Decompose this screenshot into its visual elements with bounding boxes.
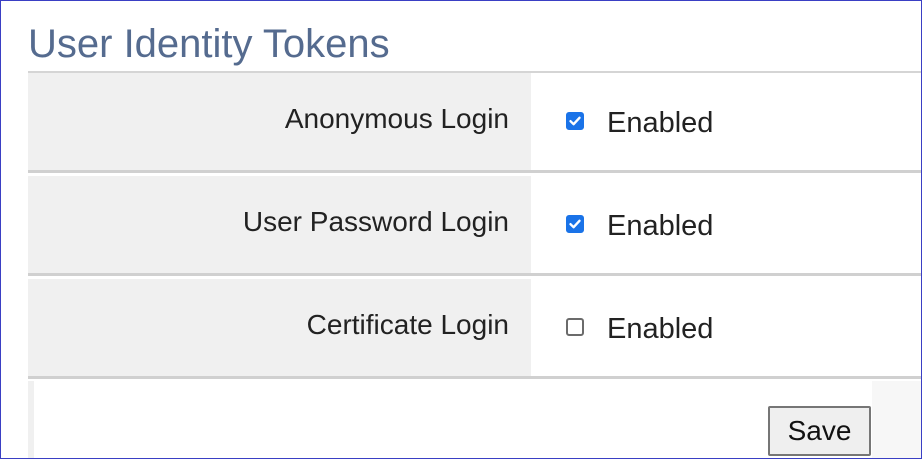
anonymous-login-label: Anonymous Login [284,103,509,134]
checkmark-icon [569,219,581,229]
user-identity-tokens-panel: User Identity Tokens Anonymous Login Ena… [0,0,922,459]
label-cell: Anonymous Login [28,73,531,173]
certificate-login-enabled-label[interactable]: Enabled [607,313,713,346]
value-cell: Enabled [534,279,921,379]
save-button[interactable]: Save [768,406,871,456]
anonymous-login-enabled-checkbox[interactable] [566,112,584,130]
label-cell: Certificate Login [28,279,531,379]
row-anonymous-login: Anonymous Login Enabled [28,73,921,173]
row-divider [28,170,921,173]
user-password-login-label: User Password Login [242,206,509,237]
section-title: User Identity Tokens [28,22,390,66]
row-divider [28,273,921,276]
footer-band [28,381,34,458]
row-certificate-login: Certificate Login Enabled [28,279,921,379]
user-password-login-enabled-label[interactable]: Enabled [607,210,713,243]
row-user-password-login: User Password Login Enabled [28,176,921,276]
row-divider [28,376,921,379]
value-cell: Enabled [534,73,921,173]
anonymous-login-enabled-label[interactable]: Enabled [607,107,713,140]
user-password-login-enabled-checkbox[interactable] [566,215,584,233]
form-footer: Save [28,381,921,458]
value-cell: Enabled [534,176,921,276]
checkmark-icon [569,116,581,126]
label-cell: User Password Login [28,176,531,276]
certificate-login-label: Certificate Login [306,309,509,340]
certificate-login-enabled-checkbox[interactable] [566,318,584,336]
footer-band [872,381,921,458]
